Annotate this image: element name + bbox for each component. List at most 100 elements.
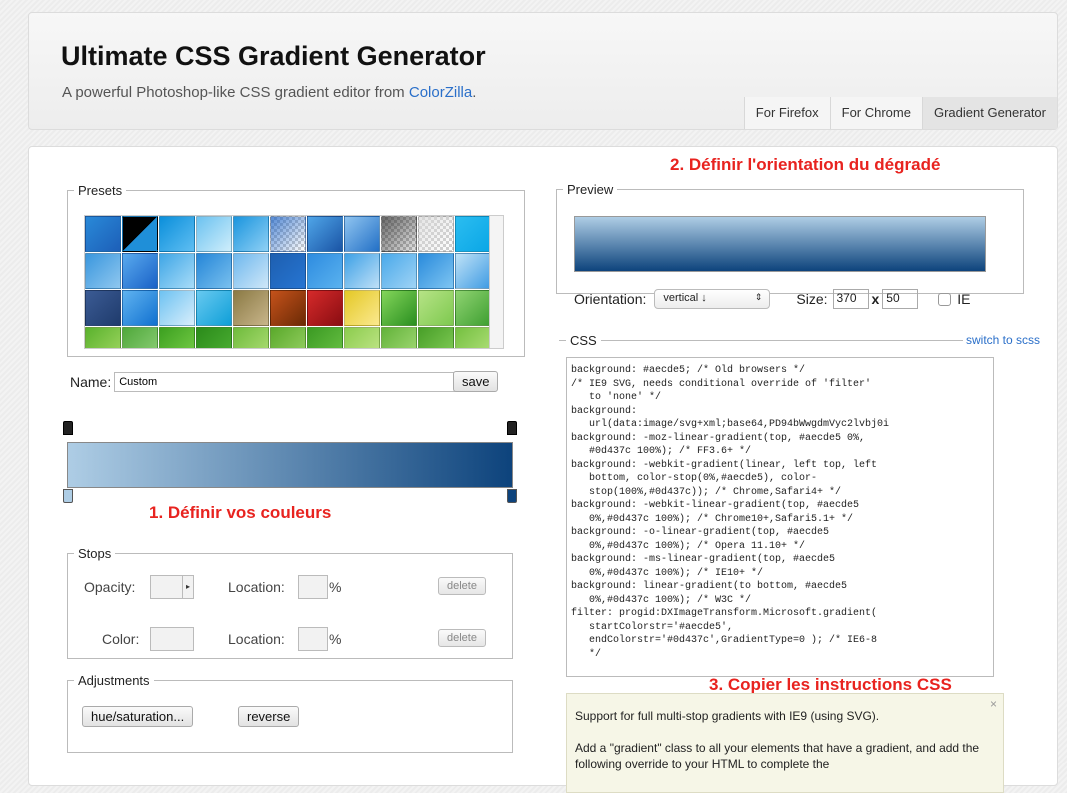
preset-swatch[interactable] [233,216,269,252]
preset-swatch[interactable] [196,290,232,326]
preset-swatch[interactable] [233,253,269,289]
orientation-value: vertical ↓ [663,292,707,304]
preset-swatch[interactable] [381,253,417,289]
colorzilla-link[interactable]: ColorZilla [409,84,472,101]
ie-label: IE [957,291,971,307]
color-label: Color: [102,631,140,647]
site-header: Ultimate CSS Gradient Generator A powerf… [28,12,1058,130]
tab-for-firefox[interactable]: For Firefox [743,97,830,129]
name-row: Name: [70,372,467,392]
preset-swatch[interactable] [159,253,195,289]
ie-checkbox[interactable] [938,292,952,306]
support-text-1: Support for full multi-stop gradients wi… [575,709,880,723]
color-location-input[interactable] [298,627,328,651]
preset-swatch[interactable] [85,327,121,348]
preset-swatch[interactable] [233,327,269,348]
color-percent: % [329,631,342,647]
preset-swatch[interactable] [233,290,269,326]
preset-swatch[interactable] [307,290,343,326]
name-input[interactable] [114,372,467,392]
stops-legend: Stops [78,546,112,561]
preset-swatch[interactable] [418,327,454,348]
size-height-input[interactable]: 50 [882,289,919,309]
css-legend: CSS [566,333,601,348]
tab-for-chrome[interactable]: For Chrome [829,97,922,129]
annotation-step3: 3. Copier les instructions CSS [709,675,952,694]
preset-swatch[interactable] [455,290,489,326]
delete-opacity-stop-button[interactable]: delete [438,577,486,595]
preset-swatch[interactable] [344,290,380,326]
presets-grid [84,215,490,349]
size-label: Size: [796,291,828,307]
orientation-select[interactable]: vertical ↓ ⇕ [654,289,771,309]
color-stop-left[interactable] [63,489,73,503]
preset-swatch[interactable] [307,253,343,289]
preset-swatch[interactable] [85,253,121,289]
preset-swatch[interactable] [455,253,489,289]
preset-swatch[interactable] [381,216,417,252]
gradient-bar[interactable] [67,442,513,488]
preset-swatch[interactable] [196,253,232,289]
preset-swatch[interactable] [122,216,158,252]
opacity-stop-row: Opacity: ▸ Location: % delete [68,575,512,599]
select-arrows-icon: ⇕ [754,292,763,302]
opacity-label: Opacity: [84,579,136,595]
ie9-support-note: × Support for full multi-stop gradients … [566,693,1004,793]
hue-saturation-button[interactable]: hue/saturation... [82,706,194,727]
preset-swatch[interactable] [270,327,306,348]
preset-swatch[interactable] [344,327,380,348]
preset-swatch[interactable] [159,327,195,348]
opacity-stop-right[interactable] [507,421,517,435]
preset-swatch[interactable] [344,253,380,289]
annotation-step1: 1. Définir vos couleurs [149,503,332,522]
preset-swatch[interactable] [85,290,121,326]
preset-swatch[interactable] [122,253,158,289]
preset-swatch[interactable] [85,216,121,252]
delete-color-stop-button[interactable]: delete [438,629,486,647]
preset-swatch[interactable] [159,290,195,326]
color-stop-right[interactable] [507,489,517,503]
preset-swatch[interactable] [381,327,417,348]
switch-to-scss-link[interactable]: switch to scss [962,333,1043,347]
reverse-button[interactable]: reverse [238,706,300,727]
preset-swatch[interactable] [418,216,454,252]
gradient-preview[interactable] [574,216,986,272]
preset-swatch[interactable] [270,290,306,326]
name-label: Name: [70,374,112,390]
save-button[interactable]: save [453,371,499,392]
preset-swatch[interactable] [196,216,232,252]
orientation-label: Orientation: [574,291,647,307]
preset-swatch[interactable] [307,216,343,252]
presets-panel: Presets [67,183,525,357]
opacity-percent: % [329,579,342,595]
annotation-step2: 2. Définir l'orientation du dégradé [670,155,941,174]
presets-scrollbar[interactable] [490,215,504,349]
presets-legend: Presets [78,183,123,198]
opacity-arrow-icon[interactable]: ▸ [182,576,193,598]
tab-gradient-generator[interactable]: Gradient Generator [921,97,1057,129]
preset-swatch[interactable] [307,327,343,348]
css-code-output[interactable]: background: #aecde5; /* Old browsers */ … [566,357,994,677]
preset-swatch[interactable] [455,327,489,348]
preset-swatch[interactable] [270,253,306,289]
page-subtitle: A powerful Photoshop-like CSS gradient e… [62,84,476,101]
preset-swatch[interactable] [270,216,306,252]
preset-swatch[interactable] [122,327,158,348]
preset-swatch[interactable] [418,253,454,289]
opacity-stop-left[interactable] [63,421,73,435]
preset-swatch[interactable] [196,327,232,348]
adjustments-panel: Adjustments hue/saturation... reverse [67,673,513,753]
preset-swatch[interactable] [455,216,489,252]
preset-swatch[interactable] [418,290,454,326]
preset-swatch[interactable] [122,290,158,326]
opacity-input[interactable]: ▸ [150,575,194,599]
close-icon[interactable]: × [990,696,997,712]
size-width-input[interactable]: 370 [832,289,869,309]
preset-swatch[interactable] [159,216,195,252]
opacity-location-input[interactable] [298,575,328,599]
color-swatch-input[interactable] [150,627,194,651]
preset-swatch[interactable] [344,216,380,252]
preset-swatch[interactable] [381,290,417,326]
adjustments-legend: Adjustments [78,673,150,688]
orientation-row: Orientation: vertical ↓ ⇕ Size: 370 x 50… [574,289,971,309]
